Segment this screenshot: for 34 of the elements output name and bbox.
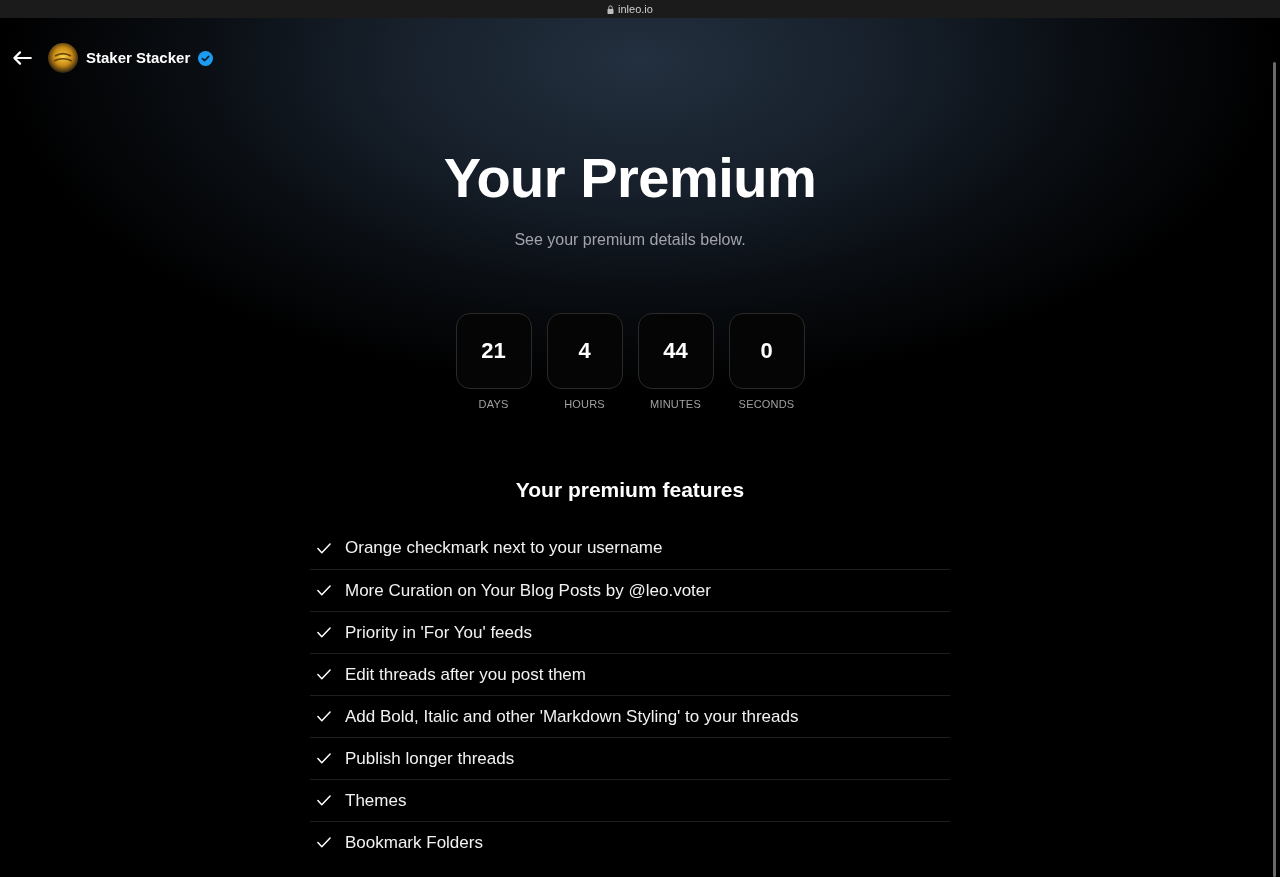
address-text: inleo.io: [618, 2, 653, 16]
check-icon: [317, 837, 331, 848]
check-icon: [317, 627, 331, 638]
countdown-value: 4: [546, 313, 623, 389]
countdown-value: 0: [728, 313, 805, 389]
feature-text: Bookmark Folders: [345, 831, 483, 854]
countdown-label: MINUTES: [650, 397, 701, 411]
check-icon: [317, 542, 331, 554]
feature-text: More Curation on Your Blog Posts by @leo.voter: [345, 579, 711, 602]
page-title: Your Premium: [443, 146, 817, 210]
check-icon: [317, 711, 331, 722]
countdown-value: 21: [455, 313, 532, 389]
check-icon: [317, 795, 331, 806]
countdown-label: SECONDS: [738, 397, 795, 411]
countdown-value: 44: [637, 313, 714, 389]
back-button[interactable]: [13, 51, 32, 65]
check-icon: [317, 669, 331, 680]
section-heading: Your premium features: [515, 477, 745, 503]
feature-text: Edit threads after you post them: [345, 663, 586, 686]
countdown-label: HOURS: [564, 397, 605, 411]
arrow-left-icon: [13, 51, 32, 65]
feature-text: Publish longer threads: [345, 747, 515, 770]
page-subtitle: See your premium details below.: [514, 230, 746, 250]
check-icon: [317, 753, 331, 764]
avatar: [48, 43, 78, 73]
check-icon: [317, 585, 331, 596]
username: Staker Stacker: [86, 49, 191, 67]
feature-text: Themes: [345, 789, 407, 812]
feature-text: Orange checkmark next to your username: [345, 537, 663, 559]
feature-text: Add Bold, Italic and other 'Markdown Styling' to your threads: [345, 705, 799, 728]
lock-icon: [607, 4, 615, 14]
feature-text: Priority in 'For You' feeds: [345, 621, 532, 644]
scrollbar-thumb[interactable]: [1273, 62, 1276, 877]
countdown-label: DAYS: [478, 397, 509, 411]
